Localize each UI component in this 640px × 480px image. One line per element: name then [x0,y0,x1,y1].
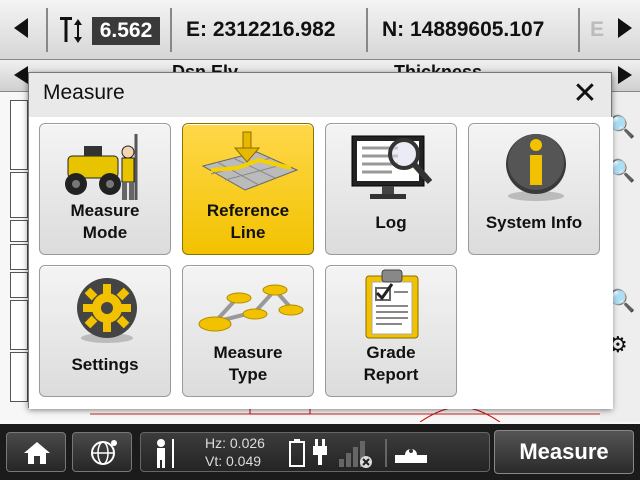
system-info-button[interactable]: System Info [468,123,600,255]
divider [366,8,368,52]
measure-button[interactable]: Measure [494,430,634,474]
settings-button[interactable]: Settings [39,265,171,397]
tile-label: Log [375,213,407,232]
power-plug-icon [313,439,327,465]
left-panel-cell [10,100,28,170]
divider [385,439,387,467]
scroll-right-arrow-icon[interactable] [618,18,632,38]
tile-label: Grade Report [363,343,419,384]
measure-type-button[interactable]: Measure Type [182,265,314,397]
divider [578,8,580,52]
log-button[interactable]: Log [325,123,457,255]
reference-line-button[interactable]: Reference Line [182,123,314,255]
info-icon [506,134,566,201]
grade-report-button[interactable]: Grade Report [325,265,457,397]
tile-label: Settings [71,355,139,374]
battery-icon [289,439,305,467]
left-panel-cell [10,244,28,270]
dialog-body: Measure Mode Reference Line Log System I… [29,117,613,409]
radio-signal-icon [339,441,372,468]
clipboard-report-icon [365,269,419,339]
design-right-arrow-icon[interactable] [618,66,632,84]
left-panel-cell [10,352,28,402]
scroll-left-arrow-icon[interactable] [14,18,28,38]
overflow-value: E [590,18,605,41]
reference-line-icon [201,131,299,191]
machine-sensor-icon [395,449,427,463]
atv-surveyor-icon [65,134,138,200]
bottom-bar: Hz: 0.026 Vt: 0.049 Measure [0,424,640,480]
surveyor-rover-icon [157,439,174,468]
satellite-globe-icon [91,440,117,465]
divider [46,8,48,52]
tile-label: Reference Line [206,201,290,242]
left-panel-cell [10,272,28,298]
measure-mode-button[interactable]: Measure Mode [39,123,171,255]
left-panel-cell [10,172,28,218]
easting-value: E: 2312216.982 [186,18,336,41]
gear-icon [77,278,137,343]
target-height-value[interactable]: 6.562 [92,17,160,45]
log-monitor-icon [351,135,433,199]
home-button[interactable] [6,432,66,472]
home-icon [24,442,50,464]
tile-label: Measure Mode [70,201,140,242]
design-left-arrow-icon[interactable] [14,66,28,84]
target-height-icon [60,17,82,43]
close-icon[interactable]: ✕ [569,79,601,111]
measure-dialog: Measure ✕ Measure Mode Reference Line Lo… [28,72,613,409]
dialog-title: Measure [43,81,125,104]
left-panel-cell [10,300,28,350]
tile-label: System Info [485,213,583,232]
measure-type-icon [198,284,304,332]
divider [170,8,172,52]
northing-value: N: 14889605.107 [382,18,545,41]
vt-precision: Vt: 0.049 [205,453,262,469]
gnss-status-button[interactable] [72,432,132,472]
tile-label: Measure Type [213,343,283,384]
status-panel[interactable]: Hz: 0.026 Vt: 0.049 [140,432,490,472]
left-panel-cell [10,220,28,242]
hz-precision: Hz: 0.026 [205,435,265,451]
coordinate-bar: 6.562 E: 2312216.982 N: 14889605.107 E [0,0,640,60]
